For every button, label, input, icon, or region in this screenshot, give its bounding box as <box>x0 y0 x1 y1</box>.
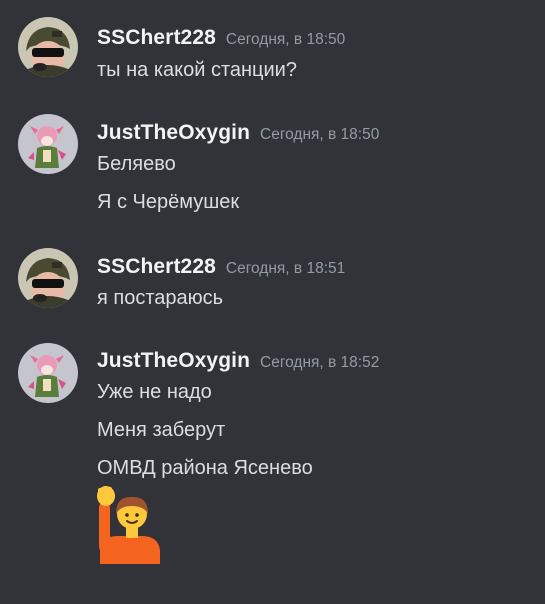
timestamp: Сегодня, в 18:50 <box>260 126 380 143</box>
message-text: Меня заберут <box>97 419 226 441</box>
message-text: ОМВД района Ясенево <box>97 457 313 479</box>
username[interactable]: SSChert228 <box>97 255 216 278</box>
soldier-avatar-icon[interactable] <box>18 248 78 308</box>
timestamp: Сегодня, в 18:51 <box>225 260 346 277</box>
username[interactable]: JustTheOxygin <box>97 349 250 372</box>
username[interactable]: SSChert228 <box>97 26 216 49</box>
anime-girl-avatar-icon[interactable] <box>18 343 78 403</box>
person-raising-hand-emoji <box>96 486 162 564</box>
message-text: Уже не надо <box>97 381 212 403</box>
message-header: SSChert228 Сегодня, в 18:50 <box>97 26 345 50</box>
timestamp: Сегодня, в 18:50 <box>225 31 346 48</box>
anime-girl-avatar-icon[interactable] <box>18 114 78 174</box>
message-text: Беляево <box>97 153 176 175</box>
message-text: ты на какой станции? <box>97 59 297 81</box>
timestamp: Сегодня, в 18:52 <box>260 354 380 371</box>
message-text: Я с Черёмушек <box>97 191 240 213</box>
soldier-avatar-icon[interactable] <box>18 17 78 77</box>
message-text: я постараюсь <box>97 287 224 309</box>
message-header: JustTheOxygin Сегодня, в 18:50 <box>97 121 379 145</box>
username[interactable]: JustTheOxygin <box>97 121 250 144</box>
message-header: JustTheOxygin Сегодня, в 18:52 <box>97 349 379 373</box>
message-header: SSChert228 Сегодня, в 18:51 <box>97 255 345 279</box>
